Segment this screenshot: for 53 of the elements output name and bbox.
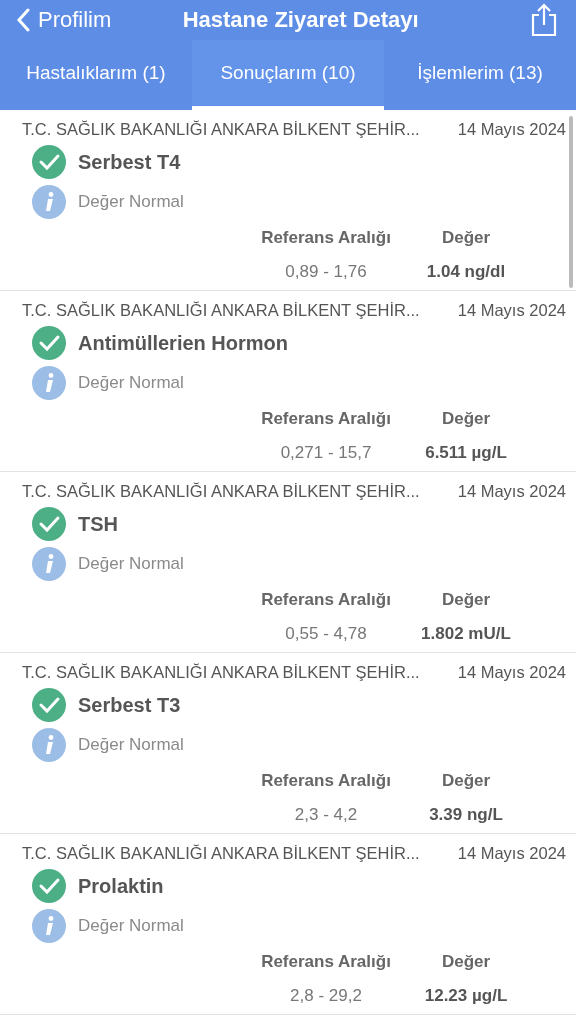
institution-name: T.C. SAĞLIK BAKANLIĞI ANKARA BİLKENT ŞEHİR...: [22, 481, 420, 501]
result-value: 1.04 ng/dl: [425, 262, 507, 282]
info-icon: [32, 547, 66, 581]
test-name: Prolaktin: [78, 874, 164, 898]
tab[interactable]: Sonuçlarım (10): [192, 40, 384, 110]
reference-range: 0,55 - 4,78: [284, 624, 368, 644]
info-icon: [32, 366, 66, 400]
share-icon: [530, 3, 558, 37]
reference-range: 0,271 - 15,7: [279, 443, 373, 463]
info-icon: [32, 185, 66, 219]
status-note: Değer Normal: [78, 373, 184, 393]
column-label: Referans Aralığı: [260, 952, 392, 972]
result-date: 14 Mayıs 2024: [457, 662, 566, 682]
status-note: Değer Normal: [78, 916, 184, 936]
tab[interactable]: Hastalıklarım (1): [0, 40, 192, 110]
column-label: Değer: [440, 228, 492, 248]
institution-name: T.C. SAĞLIK BAKANLIĞI ANKARA BİLKENT ŞEHİR...: [22, 662, 420, 682]
column-label: Değer: [440, 590, 492, 610]
column-label: Referans Aralığı: [260, 409, 392, 429]
institution-name: T.C. SAĞLIK BAKANLIĞI ANKARA BİLKENT ŞEHİR...: [22, 300, 420, 320]
chevron-left-icon: [16, 8, 30, 32]
column-label: Değer: [440, 952, 492, 972]
institution-name: T.C. SAĞLIK BAKANLIĞI ANKARA BİLKENT ŞEHİR...: [22, 843, 420, 863]
result-value: 3.39 ng/L: [428, 805, 504, 825]
status-note: Değer Normal: [78, 554, 184, 574]
reference-range: 2,3 - 4,2: [293, 805, 359, 825]
test-name: Serbest T4: [78, 150, 181, 174]
result-value: 1.802 mU/L: [420, 624, 512, 644]
reference-range: 0,89 - 1,76: [284, 262, 368, 282]
back-button[interactable]: Profilim: [16, 7, 112, 33]
share-button[interactable]: [530, 3, 558, 37]
test-name: Antimüllerien Hormon: [78, 331, 288, 355]
result-date: 14 Mayıs 2024: [457, 300, 566, 320]
info-icon: [32, 909, 66, 943]
column-label: Referans Aralığı: [260, 771, 392, 791]
result-value: 6.511 µg/L: [424, 443, 508, 463]
status-note: Değer Normal: [78, 735, 184, 755]
column-label: Referans Aralığı: [260, 590, 392, 610]
info-icon: [32, 728, 66, 762]
result-date: 14 Mayıs 2024: [457, 119, 566, 139]
test-name: TSH: [78, 512, 118, 536]
result-date: 14 Mayıs 2024: [457, 481, 566, 501]
status-note: Değer Normal: [78, 192, 184, 212]
institution-name: T.C. SAĞLIK BAKANLIĞI ANKARA BİLKENT ŞEHİR...: [22, 119, 420, 139]
column-label: Değer: [440, 409, 492, 429]
reference-range: 2,8 - 29,2: [289, 986, 363, 1006]
result-date: 14 Mayıs 2024: [457, 843, 566, 863]
column-label: Referans Aralığı: [260, 228, 392, 248]
screen-title: Hastane Ziyaret Detayı: [181, 7, 420, 33]
tab[interactable]: İşlemlerim (13): [384, 40, 576, 110]
test-name: Serbest T3: [78, 693, 181, 717]
column-label: Değer: [440, 771, 492, 791]
result-value: 12.23 µg/L: [423, 986, 509, 1006]
